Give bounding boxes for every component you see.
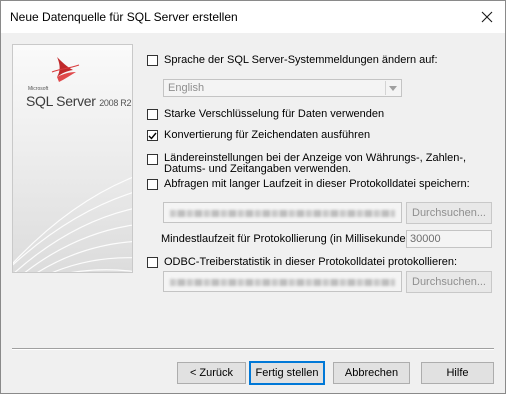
odbc-stats-log-path-field[interactable] bbox=[163, 271, 402, 292]
strong-encryption-row[interactable]: Starke Verschlüsselung für Daten verwend… bbox=[147, 109, 384, 120]
long-queries-label: Abfragen mit langer Laufzeit in dieser P… bbox=[164, 178, 470, 190]
odbc-stats-row[interactable]: ODBC-Treiberstatistik in dieser Protokol… bbox=[147, 257, 457, 268]
close-button[interactable] bbox=[475, 5, 499, 29]
long-queries-log-path-field[interactable] bbox=[163, 202, 402, 223]
sql-server-banner: Microsoft SQL Server 2008 R2 bbox=[12, 44, 133, 273]
footer-separator bbox=[12, 348, 494, 350]
product-name: SQL Server 2008 R2 bbox=[26, 93, 131, 109]
back-button[interactable]: < Zurück bbox=[177, 362, 246, 384]
dialog-window: Neue Datenquelle für SQL Server erstelle… bbox=[0, 0, 506, 394]
microsoft-wordmark: Microsoft bbox=[28, 86, 49, 92]
close-icon bbox=[481, 11, 493, 23]
finish-button[interactable]: Fertig stellen bbox=[249, 361, 325, 385]
min-runtime-input[interactable]: 30000 bbox=[406, 230, 492, 248]
long-queries-row[interactable]: Abfragen mit langer Laufzeit in dieser P… bbox=[147, 179, 470, 190]
redacted-path bbox=[170, 210, 395, 217]
char-conversion-label: Konvertierung für Zeichendaten ausführen bbox=[164, 129, 371, 141]
strong-encryption-label: Starke Verschlüsselung für Daten verwend… bbox=[164, 108, 385, 120]
checkmark-icon bbox=[148, 132, 157, 140]
redacted-path bbox=[170, 279, 395, 286]
odbc-stats-label: ODBC-Treiberstatistik in dieser Protokol… bbox=[164, 256, 458, 268]
strong-encryption-checkbox[interactable] bbox=[147, 109, 158, 120]
language-select[interactable]: English bbox=[163, 79, 402, 97]
chevron-down-icon[interactable] bbox=[385, 81, 400, 95]
min-runtime-label: Mindestlaufzeit für Protokollierung (in … bbox=[161, 233, 419, 245]
long-queries-checkbox[interactable] bbox=[147, 179, 158, 190]
change-language-label: Sprache der SQL Server-Systemmeldungen ä… bbox=[164, 54, 438, 66]
char-conversion-checkbox[interactable] bbox=[147, 130, 158, 141]
cancel-button[interactable]: Abbrechen bbox=[333, 362, 410, 384]
help-button[interactable]: Hilfe bbox=[421, 362, 494, 384]
sql-server-logo-icon bbox=[51, 57, 80, 82]
odbc-stats-checkbox[interactable] bbox=[147, 257, 158, 268]
product-version: 2008 R2 bbox=[99, 98, 132, 108]
browse-odbc-stats-button[interactable]: Durchsuchen... bbox=[406, 271, 492, 293]
language-select-value: English bbox=[168, 82, 205, 94]
window-title: Neue Datenquelle für SQL Server erstelle… bbox=[10, 10, 238, 24]
browse-long-queries-button[interactable]: Durchsuchen... bbox=[406, 202, 492, 224]
change-language-row[interactable]: Sprache der SQL Server-Systemmeldungen ä… bbox=[147, 55, 438, 66]
regional-settings-row[interactable]: Ländereinstellungen bei der Anzeige von … bbox=[147, 153, 467, 175]
regional-settings-label: Ländereinstellungen bei der Anzeige von … bbox=[164, 152, 467, 175]
char-conversion-row[interactable]: Konvertierung für Zeichendaten ausführen bbox=[147, 130, 370, 141]
title-bar: Neue Datenquelle für SQL Server erstelle… bbox=[1, 1, 505, 33]
product-title: SQL Server bbox=[26, 93, 96, 109]
regional-settings-checkbox[interactable] bbox=[147, 154, 158, 165]
change-language-checkbox[interactable] bbox=[147, 55, 158, 66]
